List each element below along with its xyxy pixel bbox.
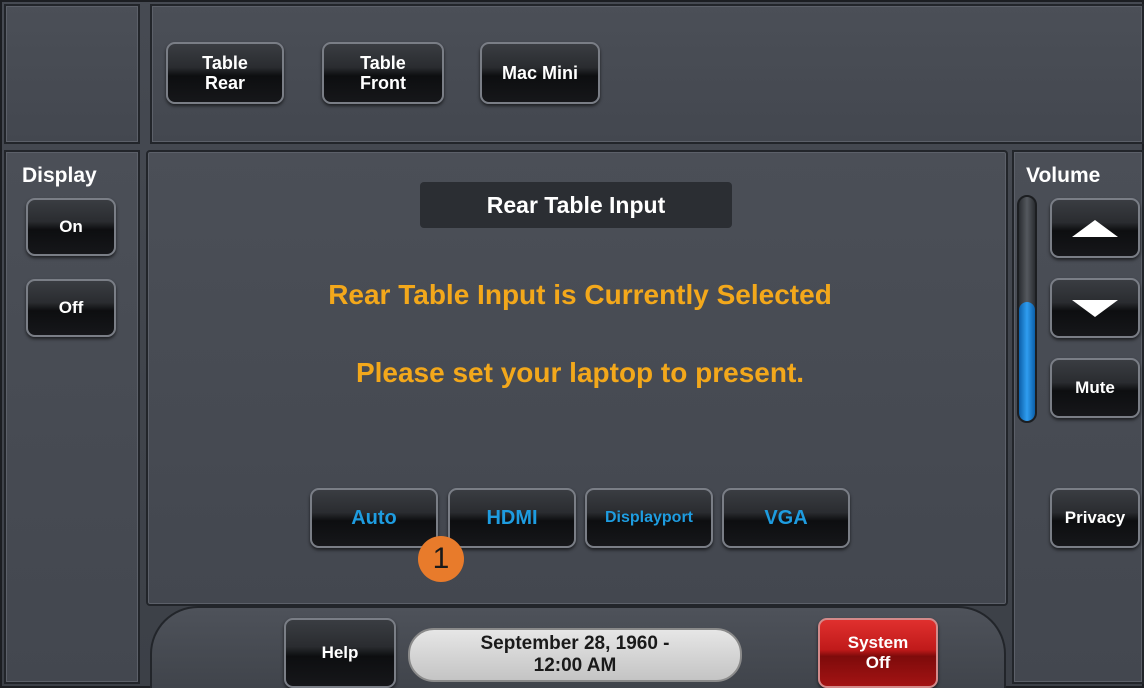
- mute-button[interactable]: Mute: [1050, 358, 1140, 418]
- mode-label: HDMI: [486, 507, 538, 529]
- mode-button-displayport[interactable]: Displayport: [585, 488, 713, 548]
- status-message: Rear Table Input is Currently Selected: [328, 279, 832, 310]
- time-text: 12:00 AM: [533, 655, 617, 676]
- mode-button-hdmi[interactable]: HDMI: [448, 488, 576, 548]
- volume-down-button[interactable]: [1050, 278, 1140, 338]
- display-heading: Display: [22, 164, 97, 187]
- help-label: Help: [321, 643, 359, 662]
- privacy-label: Privacy: [1064, 508, 1126, 527]
- source-bar: [150, 4, 1144, 144]
- volume-slider[interactable]: [1017, 195, 1037, 423]
- corner-panel: [4, 4, 140, 144]
- triangle-up-icon: [1072, 219, 1118, 237]
- volume-up-button[interactable]: [1050, 198, 1140, 258]
- source-button-table-front[interactable]: Table Front: [322, 42, 444, 104]
- volume-level-fill: [1019, 302, 1035, 421]
- display-on-label: On: [59, 217, 83, 236]
- mode-label: Displayport: [604, 509, 693, 526]
- triangle-down-icon: [1072, 299, 1118, 317]
- mode-button-vga[interactable]: VGA: [722, 488, 850, 548]
- source-label: Table Front: [360, 53, 406, 93]
- date-time-display: September 28, 1960 - 12:00 AM: [408, 628, 742, 682]
- mode-label: VGA: [764, 507, 808, 529]
- instruction-message: Please set your laptop to present.: [355, 357, 805, 388]
- source-button-table-rear[interactable]: Table Rear: [166, 42, 284, 104]
- date-text: September 28, 1960 -: [480, 633, 670, 654]
- display-on-button[interactable]: On: [26, 198, 116, 256]
- volume-heading: Volume: [1026, 164, 1101, 187]
- annotation-marker: 1: [418, 536, 464, 582]
- mute-label: Mute: [1075, 378, 1115, 397]
- page-title: Rear Table Input: [420, 182, 732, 228]
- source-button-mac-mini[interactable]: Mac Mini: [480, 42, 600, 104]
- privacy-button[interactable]: Privacy: [1050, 488, 1140, 548]
- source-label: Table Rear: [202, 53, 248, 93]
- display-off-button[interactable]: Off: [26, 279, 116, 337]
- mode-label: Auto: [351, 507, 397, 529]
- help-button[interactable]: Help: [284, 618, 396, 688]
- system-off-label: System Off: [847, 633, 909, 672]
- display-off-label: Off: [58, 298, 84, 317]
- source-label: Mac Mini: [501, 63, 578, 83]
- system-off-button[interactable]: System Off: [818, 618, 938, 688]
- mode-button-auto[interactable]: Auto: [310, 488, 438, 548]
